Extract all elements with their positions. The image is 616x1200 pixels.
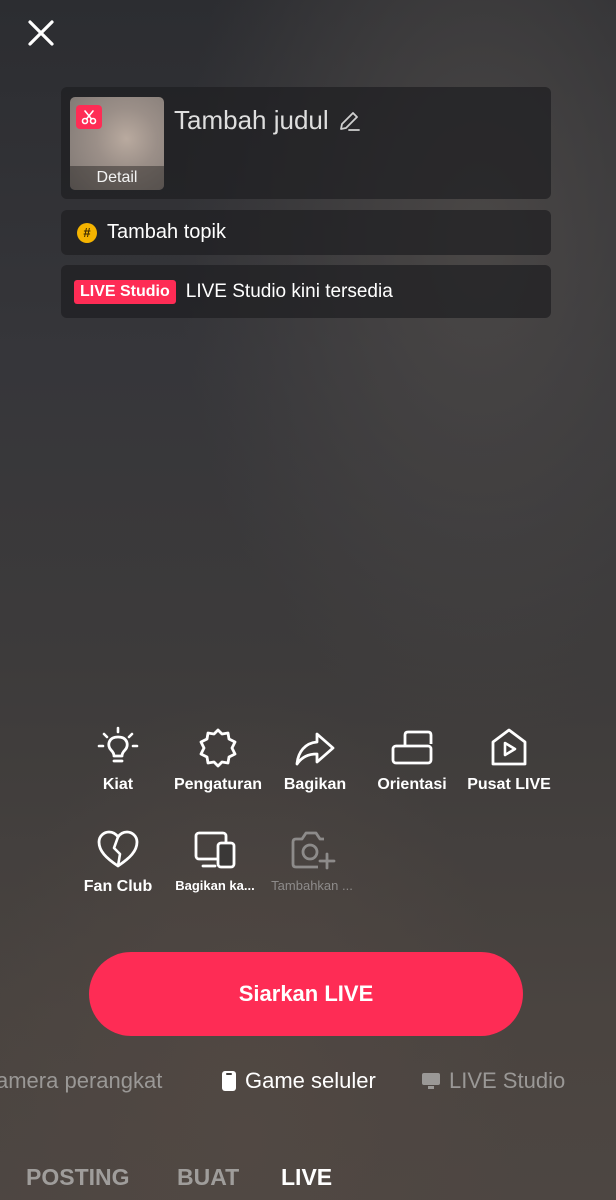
- title-placeholder: Tambah judul: [174, 105, 329, 135]
- bottom-tabs: POSTING BUAT LIVE: [0, 1160, 616, 1196]
- heart-icon: [97, 830, 139, 868]
- devices-icon: [194, 831, 236, 869]
- orientation-icon: [391, 730, 433, 765]
- topic-label: Tambah topik: [107, 221, 226, 243]
- scissors-icon: [76, 105, 102, 129]
- go-live-button[interactable]: Siarkan LIVE: [89, 952, 523, 1036]
- tool-label: Bagikan ka...: [175, 878, 255, 893]
- tool-label: Tambahkan ...: [271, 878, 353, 893]
- tool-fan-club[interactable]: Fan Club: [63, 828, 173, 896]
- camera-add-icon: [291, 831, 336, 870]
- mode-label: Game seluler: [245, 1068, 376, 1093]
- pencil-icon: [339, 111, 360, 131]
- tab-live[interactable]: LIVE: [281, 1164, 332, 1191]
- gear-icon: [199, 728, 237, 768]
- tool-label: Orientasi: [377, 776, 447, 793]
- live-studio-badge: LIVE Studio: [74, 279, 176, 304]
- tool-label: Fan Club: [83, 878, 153, 895]
- close-button[interactable]: [24, 16, 58, 50]
- close-icon: [28, 20, 54, 46]
- cover-thumbnail[interactable]: Detail: [70, 97, 164, 190]
- tool-label: Kiat: [102, 776, 134, 793]
- tool-orientasi[interactable]: Orientasi: [357, 726, 467, 794]
- tab-buat[interactable]: BUAT: [177, 1164, 239, 1191]
- title-card: Detail Tambah judul: [61, 87, 551, 199]
- mode-label: amera perangkat: [0, 1068, 163, 1093]
- live-studio-banner[interactable]: LIVE Studio LIVE Studio kini tersedia: [61, 265, 551, 318]
- add-topic-button[interactable]: # Tambah topik: [61, 210, 551, 255]
- tab-posting[interactable]: POSTING: [26, 1164, 130, 1191]
- tool-label: Bagikan: [283, 776, 347, 793]
- title-input[interactable]: Tambah judul: [174, 105, 361, 136]
- mode-device-camera[interactable]: amera perangkat: [0, 1068, 162, 1094]
- live-center-icon: [491, 728, 527, 766]
- tool-pusat-live[interactable]: Pusat LIVE: [454, 726, 564, 794]
- tool-bagikan-kamera[interactable]: Bagikan ka...: [160, 828, 270, 893]
- mode-mobile-game[interactable]: Game seluler: [221, 1068, 376, 1094]
- phone-icon: [222, 1071, 236, 1091]
- monitor-icon: [422, 1073, 440, 1089]
- tool-tambahkan-kamera[interactable]: Tambahkan ...: [257, 828, 367, 893]
- share-icon: [295, 732, 335, 766]
- lightbulb-icon: [97, 726, 139, 763]
- hashtag-icon: #: [77, 222, 97, 243]
- tool-bagikan[interactable]: Bagikan: [260, 726, 370, 794]
- tool-kiat[interactable]: Kiat: [63, 726, 173, 794]
- tool-label: Pengaturan: [173, 776, 262, 793]
- live-studio-text: LIVE Studio kini tersedia: [185, 280, 393, 302]
- mode-label: LIVE Studio: [449, 1068, 566, 1093]
- mode-live-studio[interactable]: LIVE Studio: [421, 1068, 565, 1094]
- tool-label: Pusat LIVE: [467, 776, 551, 793]
- source-mode-selector: amera perangkat Game seluler LIVE Studio: [0, 1064, 616, 1100]
- tool-pengaturan[interactable]: Pengaturan: [163, 726, 273, 794]
- detail-label[interactable]: Detail: [70, 166, 164, 190]
